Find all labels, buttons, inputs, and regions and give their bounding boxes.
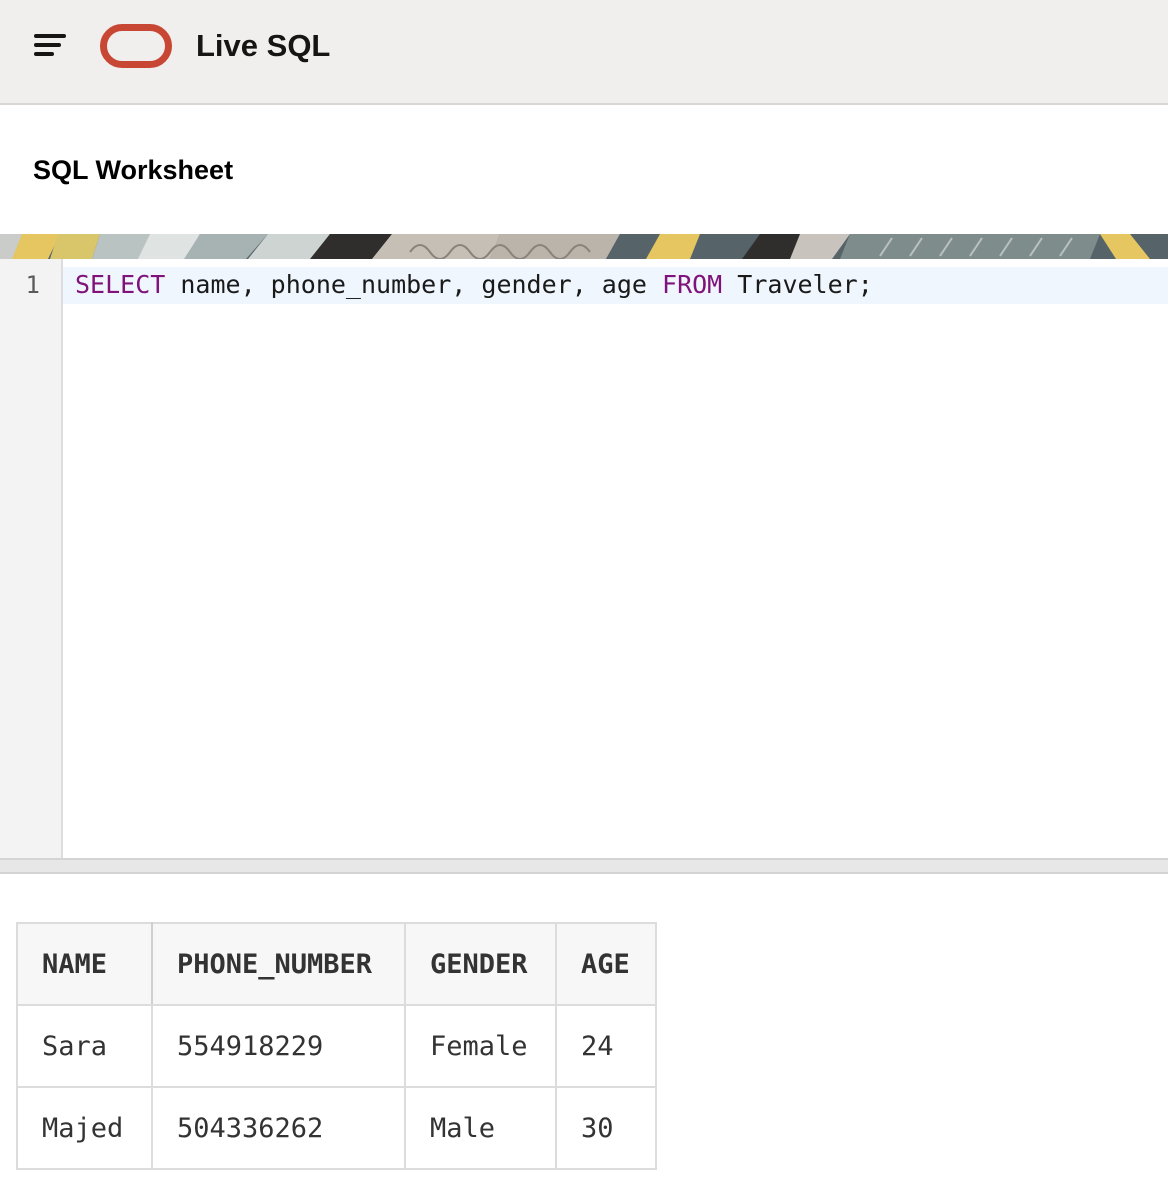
table-header-row: NAME PHONE_NUMBER GENDER AGE bbox=[16, 922, 657, 1006]
table-cell: 24 bbox=[555, 1004, 657, 1088]
table-cell: 554918229 bbox=[151, 1004, 406, 1088]
oracle-logo-icon[interactable] bbox=[100, 24, 172, 68]
line-number-gutter: 1 bbox=[0, 259, 63, 859]
sql-keyword: SELECT bbox=[75, 270, 166, 299]
table-cell: 30 bbox=[555, 1086, 657, 1170]
table-row: Majed 504336262 Male 30 bbox=[16, 1086, 657, 1170]
column-header-gender[interactable]: GENDER bbox=[404, 922, 557, 1006]
sql-editor[interactable]: 1 SELECT name, phone_number, gender, age… bbox=[0, 259, 1168, 859]
column-header-age[interactable]: AGE bbox=[555, 922, 657, 1006]
table-cell: 504336262 bbox=[151, 1086, 406, 1170]
hamburger-menu-icon[interactable] bbox=[26, 26, 74, 66]
sql-keyword: FROM bbox=[662, 270, 723, 299]
banner-pattern-icon bbox=[0, 234, 1168, 259]
line-number: 1 bbox=[25, 271, 40, 299]
table-cell: Male bbox=[404, 1086, 557, 1170]
table-cell: Sara bbox=[16, 1004, 153, 1088]
app-header: Live SQL bbox=[0, 0, 1168, 105]
pane-splitter[interactable] bbox=[0, 858, 1168, 874]
table-cell: Female bbox=[404, 1004, 557, 1088]
results-table: NAME PHONE_NUMBER GENDER AGE Sara 554918… bbox=[16, 922, 657, 1170]
sql-text: Traveler; bbox=[722, 270, 873, 299]
sql-text: name, phone_number, gender, age bbox=[165, 270, 663, 299]
app-title: Live SQL bbox=[196, 28, 331, 63]
column-header-phone-number[interactable]: PHONE_NUMBER bbox=[151, 922, 406, 1006]
table-cell: Majed bbox=[16, 1086, 153, 1170]
decorative-banner bbox=[0, 234, 1168, 259]
column-header-name[interactable]: NAME bbox=[16, 922, 153, 1006]
table-row: Sara 554918229 Female 24 bbox=[16, 1004, 657, 1088]
page-title: SQL Worksheet bbox=[33, 155, 234, 185]
code-line[interactable]: SELECT name, phone_number, gender, age F… bbox=[75, 269, 873, 301]
